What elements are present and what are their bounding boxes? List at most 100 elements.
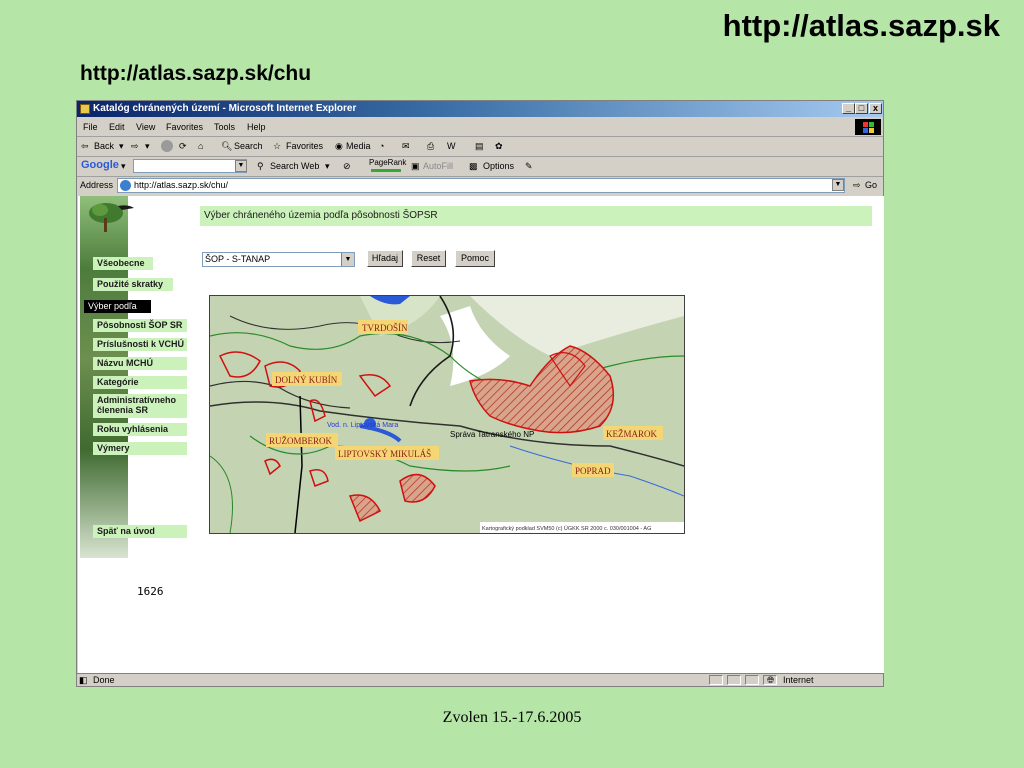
ie-page-icon xyxy=(120,180,131,191)
chevron-down-icon[interactable]: ▾ xyxy=(121,161,126,172)
slide-subtitle: http://atlas.sazp.sk/chu xyxy=(80,62,312,85)
search-button[interactable]: Search xyxy=(234,141,263,151)
status-bar: ◧ Done 🌐︎ Internet xyxy=(77,673,883,687)
tree-logo-icon xyxy=(89,203,134,232)
pomoc-button[interactable]: Pomoc xyxy=(455,250,495,267)
google-search-input[interactable] xyxy=(133,159,247,173)
menu-bar: File Edit View Favorites Tools Help xyxy=(77,118,883,137)
minimize-button[interactable]: _ xyxy=(842,103,855,114)
autofill-button[interactable]: AutoFill xyxy=(423,161,453,171)
pagerank-label: PageRank xyxy=(369,158,407,167)
nav-item-posobnosti-sop[interactable]: Pôsobnosti ŠOP SR xyxy=(93,319,187,332)
home-icon[interactable]: ⌂ xyxy=(198,141,203,151)
sop-select[interactable]: ŠOP - S-TANAP ▼ xyxy=(202,252,355,267)
map-label-liptovska-mara: Vod. n. Liptovská Mara xyxy=(327,422,398,429)
nav-item-administrativneho-clenenia[interactable]: Administratívneho členenia SR xyxy=(93,394,187,418)
autofill-icon[interactable]: ▣ xyxy=(411,161,420,172)
sop-select-value[interactable]: ŠOP - S-TANAP xyxy=(205,254,270,264)
status-segment xyxy=(727,675,741,685)
menu-tools[interactable]: Tools xyxy=(214,122,235,132)
slide-footer: Zvolen 15.-17.6.2005 xyxy=(442,709,582,726)
binoculars-icon[interactable]: ⚲ xyxy=(257,161,264,172)
page-content: Všeobecne Použité skratky Výber podľa Pô… xyxy=(78,196,884,673)
nav-item-roku-vyhlasenia[interactable]: Roku vyhlásenia xyxy=(93,423,187,436)
page-header: Výber chráneného územia podľa pôsobnosti… xyxy=(200,206,872,226)
chevron-down-icon[interactable]: ▾ xyxy=(145,141,150,152)
address-bar: Address http://atlas.sazp.sk/chu/ ▼ ⇨ Go xyxy=(77,177,883,195)
nav-item-kategorie[interactable]: Kategórie xyxy=(93,376,187,389)
chevron-down-icon[interactable]: ▾ xyxy=(325,161,330,172)
media-icon[interactable]: ◉ xyxy=(335,141,343,152)
favorites-button[interactable]: Favorites xyxy=(286,141,323,151)
nav-item-pouzite-skratky[interactable]: Použité skratky xyxy=(93,278,173,291)
mail-icon[interactable]: ✉ xyxy=(402,141,410,152)
window-title: Katalóg chránených území - Microsoft Int… xyxy=(93,103,357,114)
google-logo[interactable]: Google xyxy=(81,159,119,171)
messenger-icon[interactable]: ✿ xyxy=(495,141,503,152)
address-dropdown[interactable]: ▼ xyxy=(832,179,844,191)
menu-file[interactable]: File xyxy=(83,122,98,132)
refresh-icon[interactable]: ⟳ xyxy=(179,141,187,152)
nav-item-prislusnosti-vchu[interactable]: Príslušnosti k VCHÚ xyxy=(93,338,187,351)
slide-title: http://atlas.sazp.sk xyxy=(722,8,1000,43)
windows-logo-icon xyxy=(855,119,881,135)
history-icon[interactable]: ◔ xyxy=(379,141,384,151)
options-button[interactable]: Options xyxy=(483,161,514,171)
internet-globe-icon: 🌐︎ xyxy=(767,675,775,685)
pagerank-bar xyxy=(371,169,401,172)
menu-view[interactable]: View xyxy=(136,122,155,132)
menu-help[interactable]: Help xyxy=(247,122,266,132)
nav-item-vymery[interactable]: Výmery xyxy=(93,442,187,455)
address-input[interactable]: http://atlas.sazp.sk/chu/ xyxy=(117,178,845,193)
close-button[interactable]: x xyxy=(869,103,882,114)
discuss-icon[interactable]: ▤ xyxy=(475,141,484,152)
ie-window-icon xyxy=(80,104,90,114)
go-button[interactable]: Go xyxy=(865,180,877,190)
title-bar: Katalóg chránených území - Microsoft Int… xyxy=(77,101,883,117)
search-icon[interactable]: 🔍︎ xyxy=(221,141,232,152)
map-town-ruzomberok: RUŽOMBEROK xyxy=(269,436,333,446)
options-icon[interactable]: ▩ xyxy=(469,161,478,172)
map-label-sprava-tanap: Správa Tatranského NP xyxy=(450,430,534,439)
block-popups-icon[interactable]: ⊘ xyxy=(343,161,351,172)
nav-item-vseobecne[interactable]: Všeobecne xyxy=(93,257,153,270)
map-town-liptovsky-mikulas: LIPTOVSKÝ MIKULÁŠ xyxy=(338,449,431,459)
google-search-dropdown[interactable]: ▼ xyxy=(235,160,247,172)
nav-item-nazvu-mchu[interactable]: Názvu MCHÚ xyxy=(93,357,187,370)
page-done-icon: ◧ xyxy=(79,675,88,685)
nav-item-spat-na-uvod[interactable]: Späť na úvod xyxy=(93,525,187,538)
back-arrow-icon[interactable]: ⇦ xyxy=(81,141,89,152)
address-url[interactable]: http://atlas.sazp.sk/chu/ xyxy=(134,180,228,190)
map-town-tvrdosin: TVRDOŠÍN xyxy=(362,323,408,333)
standard-toolbar: ⇦ Back ▾ ⇨ ▾ ⟳ ⌂ 🔍︎ Search ☆ Favorites ◉… xyxy=(77,137,883,157)
maximize-button[interactable]: □ xyxy=(855,103,868,114)
go-arrow-icon[interactable]: ⇨ xyxy=(853,180,861,191)
map-credit: Kartografický podklad SVM50 (c) ÚGKK SR … xyxy=(482,525,651,532)
google-toolbar: Google ▾ ▼ ⚲ Search Web ▾ ⊘ PageRank ▣ A… xyxy=(77,157,883,177)
map-graphic[interactable]: TVRDOŠÍN DOLNÝ KUBÍN RUŽOMBEROK LIPTOVSK… xyxy=(210,296,684,533)
favorites-star-icon[interactable]: ☆ xyxy=(273,141,281,152)
address-label: Address xyxy=(80,180,114,190)
status-text: Done xyxy=(93,675,115,685)
menu-favorites[interactable]: Favorites xyxy=(166,122,203,132)
map-town-dolny-kubin: DOLNÝ KUBÍN xyxy=(275,375,338,385)
print-icon[interactable]: ⎙ xyxy=(427,141,434,152)
select-dropdown-icon[interactable]: ▼ xyxy=(341,253,354,266)
menu-edit[interactable]: Edit xyxy=(109,122,125,132)
media-button[interactable]: Media xyxy=(346,141,371,151)
map-town-kezmarok: KEŽMAROK xyxy=(606,429,657,439)
edit-word-icon[interactable]: W xyxy=(447,141,456,151)
stop-icon[interactable] xyxy=(161,140,173,152)
highlight-icon[interactable]: ✎ xyxy=(525,161,533,172)
search-web-button[interactable]: Search Web xyxy=(270,161,319,171)
chevron-down-icon[interactable]: ▾ xyxy=(119,141,124,152)
nav-item-vyber-podla[interactable]: Výber podľa xyxy=(84,300,151,313)
hladaj-button[interactable]: Hľadaj xyxy=(367,250,403,267)
security-zone-label: Internet xyxy=(783,675,814,685)
reset-button[interactable]: Reset xyxy=(411,250,446,267)
back-button[interactable]: Back xyxy=(94,141,114,151)
map-town-poprad: POPRAD xyxy=(575,466,611,476)
visit-counter: 1626 xyxy=(137,585,164,598)
forward-arrow-icon[interactable]: ⇨ xyxy=(131,141,139,152)
protected-areas-map[interactable]: TVRDOŠÍN DOLNÝ KUBÍN RUŽOMBEROK LIPTOVSK… xyxy=(209,295,685,534)
